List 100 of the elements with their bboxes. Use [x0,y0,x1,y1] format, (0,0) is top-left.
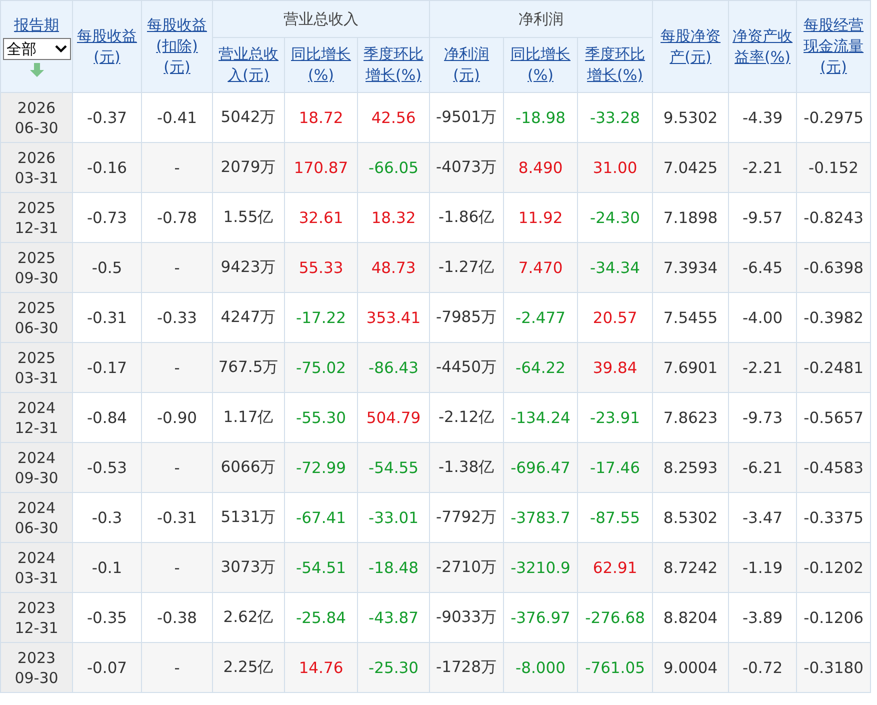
table-cell: -86.43 [358,342,430,392]
table-cell: 5042万 [212,92,284,142]
table-cell: - [142,342,212,392]
table-cell: 7.8623 [652,392,729,442]
table-cell: -4.39 [728,92,797,142]
period-sort-link[interactable]: 报告期 [12,15,61,36]
table-cell: 1.55亿 [212,192,284,242]
period-text: 2023 09-30 [14,648,60,688]
table-cell: - [142,542,212,592]
table-cell: -17.46 [578,442,653,492]
table-cell: -0.38 [142,592,212,642]
column-sort-link[interactable]: 同比增长(%) [285,44,357,86]
column-sort-link[interactable]: 净资产收益率(%) [729,26,796,68]
table-cell: -0.78 [142,192,212,242]
column-sort-link[interactable]: 同比增长(%) [504,44,578,86]
table-cell: -6.21 [728,442,797,492]
table-cell: -34.34 [578,242,653,292]
table-cell: -4073万 [430,142,504,192]
table-cell: 7.5455 [652,292,729,342]
table-cell: -18.98 [504,92,578,142]
period-text: 2025 06-30 [14,298,60,338]
column-sort-link[interactable]: 季度环比增长(%) [578,44,652,86]
period-text: 2025 09-30 [14,248,60,288]
table-cell: -4450万 [430,342,504,392]
table-cell: -0.31 [72,292,142,342]
table-cell: -0.8243 [796,192,871,242]
column-sort-link[interactable]: 净利润(元) [430,44,504,86]
table-cell: -1.38亿 [430,442,504,492]
column-sort-link[interactable]: 每股经营现金流量(元) [797,15,870,78]
table-cell: -3783.7 [504,492,578,542]
table-cell: -0.4583 [796,442,871,492]
table-cell: -761.05 [578,642,653,692]
table-cell: -0.6398 [796,242,871,292]
table-cell: -0.37 [72,92,142,142]
table-cell: 8.8204 [652,592,729,642]
period-dropdown[interactable]: 全部 [2,38,70,60]
table-cell: -7985万 [430,292,504,342]
period-text: 2023 12-31 [14,598,60,638]
table-cell: -25.84 [284,592,358,642]
column-group-header: 净利润 [430,0,653,38]
table-cell: -0.2975 [796,92,871,142]
table-cell: -2.21 [728,342,797,392]
table-cell: 9.5302 [652,92,729,142]
table-cell: 20.57 [578,292,653,342]
table-cell: -2.12亿 [430,392,504,442]
table-cell: -8.000 [504,642,578,692]
period-text: 2024 09-30 [14,448,60,488]
table-cell: -3.89 [728,592,797,642]
table-cell: -0.41 [142,92,212,142]
table-cell: -54.55 [358,442,430,492]
table-cell: 4247万 [212,292,284,342]
table-cell: 6066万 [212,442,284,492]
table-cell: -18.48 [358,542,430,592]
period-text: 2024 03-31 [14,548,60,588]
table-cell: -0.3982 [796,292,871,342]
table-cell: 504.79 [358,392,430,442]
table-cell: -376.97 [504,592,578,642]
table-cell: 7.1898 [652,192,729,242]
table-cell: -55.30 [284,392,358,442]
table-cell: -33.01 [358,492,430,542]
table-cell: - [142,642,212,692]
table-cell: -64.22 [504,342,578,392]
table-cell: 7.3934 [652,242,729,292]
table-cell: -25.30 [358,642,430,692]
table-cell: 170.87 [284,142,358,192]
table-cell: -4.00 [728,292,797,342]
period-text: 2024 12-31 [14,398,60,438]
table-cell: 31.00 [578,142,653,192]
table-cell: 11.92 [504,192,578,242]
table-cell: 18.72 [284,92,358,142]
chevron-down-icon [54,45,66,53]
table-cell: 2.62亿 [212,592,284,642]
table-cell: 7.0425 [652,142,729,192]
table-cell: -75.02 [284,342,358,392]
table-cell: -0.35 [72,592,142,642]
table-cell: 18.32 [358,192,430,242]
column-sort-link[interactable]: 每股收益(元) [73,26,141,68]
table-cell: -7792万 [430,492,504,542]
table-cell: 5131万 [212,492,284,542]
table-cell: 48.73 [358,242,430,292]
table-cell: -696.47 [504,442,578,492]
table-cell: 42.56 [358,92,430,142]
column-sort-link[interactable]: 季度环比增长(%) [358,44,430,86]
table-cell: -0.31 [142,492,212,542]
table-cell: 9.0004 [652,642,729,692]
table-cell: 62.91 [578,542,653,592]
table-cell: -0.16 [72,142,142,192]
table-cell: 353.41 [358,292,430,342]
table-cell: - [142,442,212,492]
column-sort-link[interactable]: 每股净资产(元) [653,26,728,68]
column-sort-link[interactable]: 营业总收入(元) [213,44,284,86]
down-arrow-icon [28,62,44,78]
column-sort-link[interactable]: 每股收益(扣除)(元) [142,15,212,78]
table-cell: -54.51 [284,542,358,592]
table-cell: -2710万 [430,542,504,592]
table-cell: -0.3 [72,492,142,542]
table-cell: -0.84 [72,392,142,442]
table-cell: 1.17亿 [212,392,284,442]
table-cell: -0.5 [72,242,142,292]
table-cell: -9501万 [430,92,504,142]
